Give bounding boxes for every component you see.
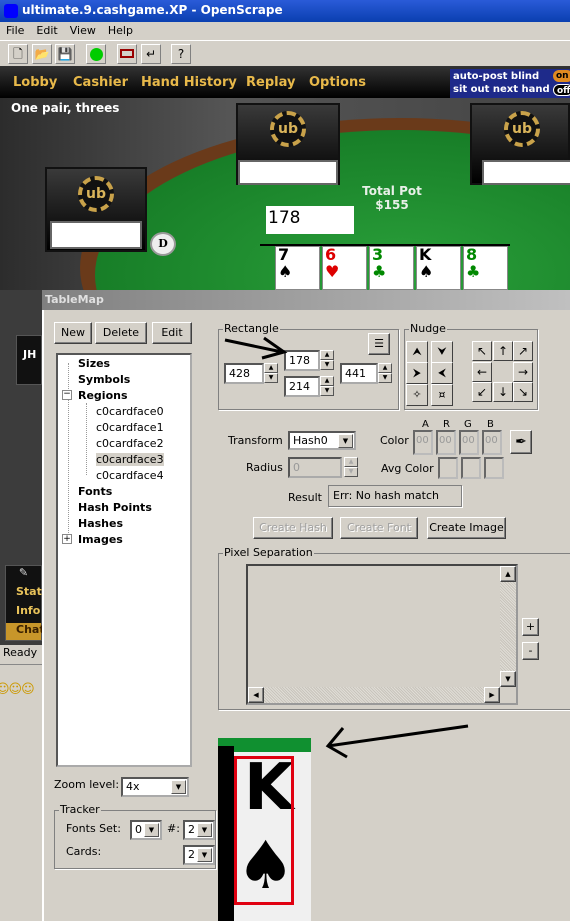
- arrow-icon: [325, 724, 469, 759]
- annotation-arrows: [224, 336, 469, 759]
- arrow-icon: [224, 336, 288, 360]
